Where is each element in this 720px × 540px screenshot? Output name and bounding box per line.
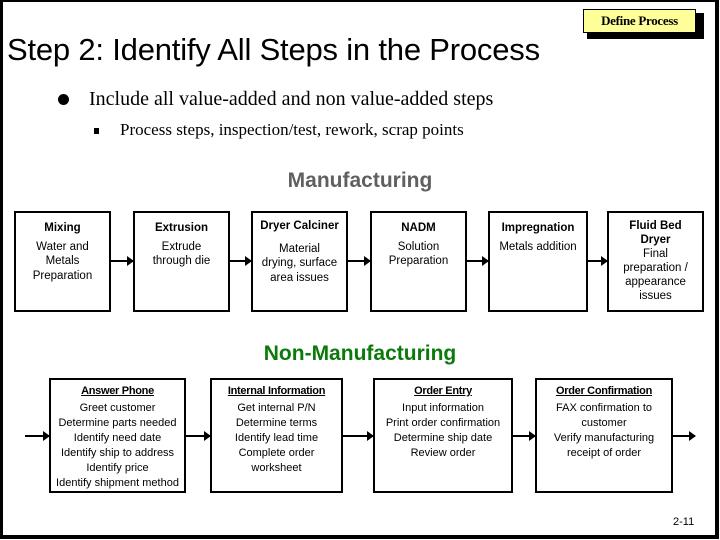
step-detail: Determine terms [235,417,318,429]
step-name: NADM [401,222,436,234]
step-detail: Final [643,248,668,260]
step-detail: Complete order [238,447,315,459]
step-detail: Solution [397,240,440,253]
process-step-dryer-calciner: Dryer Calciner Material drying, surface … [251,211,348,312]
step-detail: drying, surface [261,257,338,269]
flow-arrow [348,256,371,266]
step-detail: FAX confirmation to [556,402,652,414]
step-detail: Review order [410,447,476,459]
manufacturing-heading: Manufacturing [287,169,433,192]
step-detail: area issues [270,271,329,284]
step-detail: Extrude [161,240,202,253]
step-detail: appearance [625,276,686,288]
round-bullet-icon [58,94,69,105]
bullet-text: Include all value-added and non value-ad… [89,88,494,110]
step-detail: Metals [45,255,80,267]
process-step-order-entry: Order Entry Input information Print orde… [373,378,513,493]
bullet-text: Process steps, inspection/test, rework, … [120,120,464,139]
flow-arrow [230,256,252,266]
step-detail: Water and [36,240,89,253]
flow-arrow-exit [673,431,696,441]
step-name: Impregnation [501,222,575,234]
square-bullet-icon [94,128,99,134]
step-detail: customer [581,417,627,429]
step-detail: Identify ship to address [60,447,175,459]
process-step-answer-phone: Answer Phone Greet customer Determine pa… [49,378,186,493]
step-detail: Verify manufacturing [553,432,655,444]
step-detail: Determine parts needed [58,417,177,429]
process-step-nadm: NADM Solution Preparation [370,211,467,312]
step-name: Dryer Calciner [260,220,339,232]
step-name: Dryer [640,234,671,246]
process-step-fluid-bed-dryer: Fluid Bed Dryer Final preparation / appe… [607,211,704,312]
flow-arrow [513,431,536,441]
process-step-mixing: Mixing Water and Metals Preparation [14,211,111,312]
step-detail: Identify need date [73,432,162,444]
process-step-order-confirmation: Order Confirmation FAX confirmation to c… [535,378,673,493]
step-name: Order Entry [414,385,472,397]
step-name: Fluid Bed [629,220,682,232]
flow-arrow-entry [25,431,50,441]
slide-title: Step 2: Identify All Steps in the Proces… [7,32,540,67]
step-detail: through die [152,255,211,267]
flow-arrow [186,431,211,441]
step-detail: Identify lead time [234,432,319,444]
step-detail: receipt of order [567,447,641,459]
step-detail: Get internal P/N [237,402,316,414]
step-name: Order Confirmation [555,385,653,397]
step-detail: Identify price [86,462,149,474]
flow-arrow [588,256,608,266]
step-detail: issues [639,290,672,302]
step-detail: Print order confirmation [385,417,501,429]
non-manufacturing-heading: Non-Manufacturing [263,342,457,365]
flow-arrow [343,431,374,441]
step-detail: Metals addition [499,240,577,253]
step-name: Answer Phone [81,385,154,397]
step-name: Extrusion [154,222,209,234]
process-step-extrusion: Extrusion Extrude through die [133,211,230,312]
step-detail: preparation / [623,262,688,274]
define-process-badge: Define Process [583,9,696,33]
flow-arrow [467,256,489,266]
step-detail: Input information [402,402,484,414]
step-detail: Determine ship date [393,432,493,444]
process-step-internal-information: Internal Information Get internal P/N De… [210,378,343,493]
step-detail: Preparation [388,255,449,267]
step-name: Internal Information [227,385,326,397]
page-number: 2-11 [673,516,695,528]
step-detail: Preparation [32,269,93,282]
flow-arrow [111,256,134,266]
step-detail: worksheet [251,462,302,474]
step-detail: Material [279,242,320,255]
process-step-impregnation: Impregnation Metals addition [488,211,588,312]
step-detail: Greet customer [79,402,156,414]
step-detail: Identify shipment method [56,477,179,489]
step-name: Mixing [44,222,81,234]
